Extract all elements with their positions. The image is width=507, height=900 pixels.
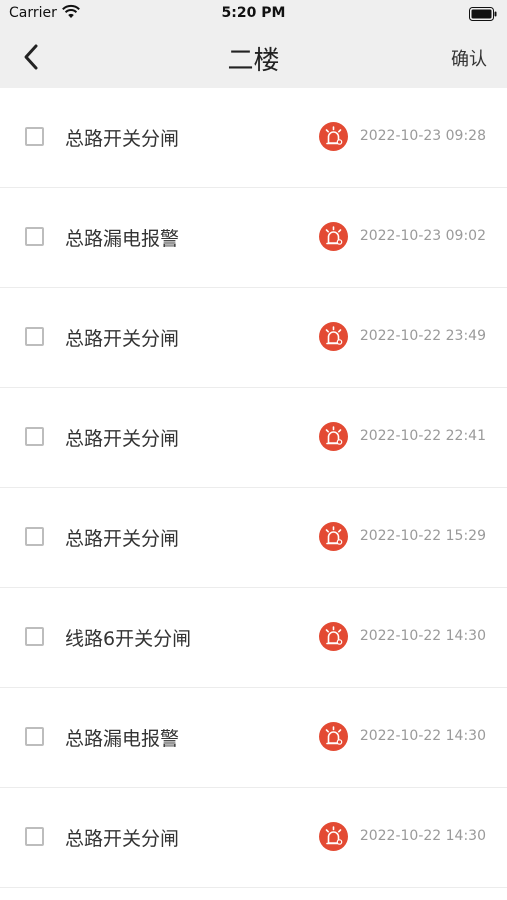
row-checkbox[interactable] — [25, 627, 44, 646]
row-checkbox[interactable] — [25, 427, 44, 446]
list-item[interactable]: 总路开关分闸 2022-10-23 09:28 — [0, 88, 507, 188]
list-item[interactable]: 总路漏电报警 2022-10-22 14:30 — [0, 688, 507, 788]
alarm-siren-icon — [319, 222, 348, 251]
alarm-time: 2022-10-23 09:02 — [359, 228, 486, 244]
battery-icon — [469, 6, 497, 25]
alarm-label: 总路开关分闸 — [65, 528, 180, 550]
alarm-label: 总路开关分闸 — [65, 828, 180, 850]
nav-bar: 二楼 确认 — [0, 28, 507, 88]
alarm-siren-icon — [319, 322, 348, 351]
row-checkbox[interactable] — [25, 527, 44, 546]
alarm-label: 线路6开关分闸 — [65, 628, 192, 650]
list-item[interactable]: 总路漏电报警 2022-10-23 09:02 — [0, 188, 507, 288]
row-checkbox[interactable] — [25, 127, 44, 146]
alarm-siren-icon — [319, 522, 348, 551]
alarm-time: 2022-10-22 14:30 — [359, 828, 486, 844]
alarm-time: 2022-10-22 15:29 — [359, 528, 486, 544]
alarm-time: 2022-10-22 22:41 — [359, 428, 486, 444]
row-checkbox[interactable] — [25, 827, 44, 846]
alarm-time: 2022-10-22 14:30 — [359, 628, 486, 644]
alarm-siren-icon — [319, 722, 348, 751]
alarm-siren-icon — [319, 422, 348, 451]
list-item[interactable]: 总路开关分闸 2022-10-22 23:49 — [0, 288, 507, 388]
alarm-siren-icon — [319, 822, 348, 851]
alarm-siren-icon — [319, 622, 348, 651]
list-item[interactable]: 线路6开关分闸 2022-10-22 14:30 — [0, 588, 507, 688]
list-item[interactable]: 总路开关分闸 2022-10-22 22:41 — [0, 388, 507, 488]
alarm-siren-icon — [319, 122, 348, 151]
row-checkbox[interactable] — [25, 327, 44, 346]
page-title: 二楼 — [227, 46, 280, 76]
clock: 5:20 PM — [221, 5, 286, 21]
alarm-label: 总路漏电报警 — [65, 728, 180, 750]
alarm-label: 总路开关分闸 — [65, 128, 180, 150]
row-checkbox[interactable] — [25, 227, 44, 246]
alarm-time: 2022-10-22 14:30 — [359, 728, 486, 744]
row-checkbox[interactable] — [25, 727, 44, 746]
list-item[interactable]: 总路开关分闸 2022-10-22 15:29 — [0, 488, 507, 588]
alarm-label: 总路开关分闸 — [65, 428, 180, 450]
alarm-list: 总路开关分闸 2022-10-23 09:28 总路漏电报警 2022-10-2… — [0, 88, 507, 888]
alarm-time: 2022-10-22 23:49 — [359, 328, 486, 344]
status-bar: Carrier 5:20 PM — [0, 0, 507, 28]
alarm-label: 总路开关分闸 — [65, 328, 180, 350]
alarm-label: 总路漏电报警 — [65, 228, 180, 250]
confirm-button[interactable]: 确认 — [451, 45, 487, 71]
alarm-time: 2022-10-23 09:28 — [359, 128, 486, 144]
list-item[interactable]: 总路开关分闸 2022-10-22 14:30 — [0, 788, 507, 888]
